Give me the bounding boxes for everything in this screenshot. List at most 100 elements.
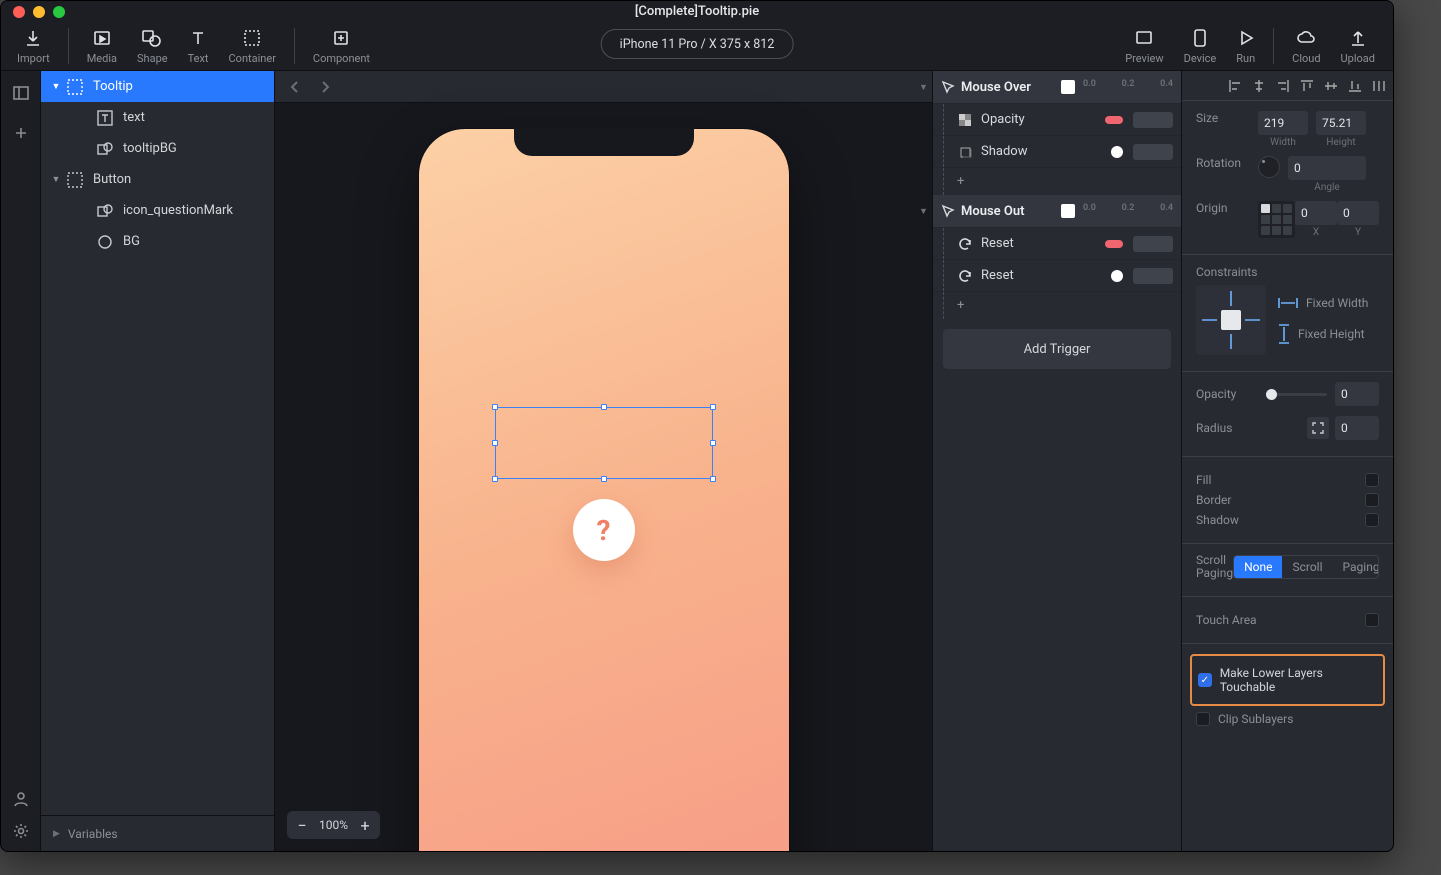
add-page-icon[interactable]: [13, 125, 29, 141]
timeline-bar[interactable]: [1133, 144, 1173, 160]
chevron-down-icon[interactable]: ▼: [49, 81, 63, 92]
trigger-action-opacity[interactable]: Opacity: [933, 103, 1181, 135]
clip-sublayers-checkbox[interactable]: Clip Sublayers: [1196, 712, 1379, 726]
align-hcenter-icon[interactable]: [1251, 78, 1267, 94]
container-button[interactable]: Container: [219, 27, 286, 65]
timeline-bar[interactable]: [1133, 112, 1173, 128]
fixed-height-toggle[interactable]: Fixed Height: [1278, 324, 1368, 344]
origin-y-field[interactable]: 0: [1337, 201, 1379, 225]
origin-picker[interactable]: [1258, 201, 1295, 238]
width-field[interactable]: 219: [1258, 111, 1308, 135]
layer-row-tooltipbg[interactable]: tooltipBG: [41, 133, 274, 164]
chevron-down-icon[interactable]: ▼: [49, 174, 63, 185]
trigger-add-action[interactable]: +: [933, 167, 1181, 195]
rotation-field[interactable]: 0: [1288, 156, 1366, 180]
radius-mode-button[interactable]: [1307, 417, 1329, 439]
border-toggle[interactable]: [1365, 493, 1379, 507]
layer-row-iconqm[interactable]: icon_questionMark: [41, 195, 274, 226]
preview-button[interactable]: Preview: [1115, 27, 1173, 65]
media-button[interactable]: Media: [77, 27, 127, 65]
seg-paging[interactable]: Paging: [1333, 556, 1379, 578]
trigger-title: Mouse Over: [961, 80, 1031, 95]
layer-row-bg[interactable]: BG: [41, 226, 274, 257]
layer-label: Tooltip: [93, 79, 133, 94]
zoom-in-button[interactable]: +: [354, 815, 376, 836]
fixed-width-toggle[interactable]: Fixed Width: [1278, 296, 1368, 310]
align-bottom-icon[interactable]: [1347, 78, 1363, 94]
zoom-window[interactable]: [53, 6, 65, 18]
shadow-toggle[interactable]: [1365, 513, 1379, 527]
nav-forward-button[interactable]: [313, 75, 337, 99]
shape-button[interactable]: Shape: [127, 27, 178, 65]
text-layer-icon: [97, 110, 113, 126]
fill-toggle[interactable]: [1365, 473, 1379, 487]
seg-scroll[interactable]: Scroll: [1282, 556, 1332, 578]
zoom-control: − 100% +: [287, 811, 380, 839]
color-swatch[interactable]: [1061, 80, 1075, 94]
canvas[interactable]: ? − 100% +: [275, 71, 932, 851]
device-button[interactable]: Device: [1174, 27, 1227, 65]
import-button[interactable]: Import: [7, 27, 60, 65]
align-vcenter-icon[interactable]: [1323, 78, 1339, 94]
panels-icon[interactable]: [13, 85, 29, 101]
nav-back-button[interactable]: [283, 75, 307, 99]
trigger-action-reset[interactable]: Reset: [933, 227, 1181, 259]
radius-field[interactable]: 0: [1335, 416, 1379, 440]
device-selector[interactable]: iPhone 11 Pro / X 375 x 812: [601, 29, 794, 59]
trigger-block-mouseover[interactable]: ▼ Mouse Over 0.0 0.2 0.4 Opacity: [933, 71, 1181, 195]
border-toggle-row[interactable]: Border: [1196, 493, 1379, 507]
layer-row-tooltip[interactable]: ▼ Tooltip: [41, 71, 274, 102]
touch-area-row[interactable]: Touch Area: [1196, 613, 1379, 627]
layer-row-button[interactable]: ▼ Button: [41, 164, 274, 195]
trigger-add-action[interactable]: +: [933, 291, 1181, 319]
layer-row-text[interactable]: text: [41, 102, 274, 133]
constraints-box[interactable]: [1196, 285, 1266, 355]
trigger-block-mouseout[interactable]: ▼ Mouse Out 0.0 0.2 0.4 Reset: [933, 195, 1181, 319]
timeline-bar[interactable]: [1133, 236, 1173, 252]
seg-none[interactable]: None: [1234, 556, 1282, 578]
device-frame[interactable]: ?: [419, 129, 789, 851]
traffic-lights: [13, 6, 65, 18]
opacity-slider[interactable]: [1266, 393, 1327, 396]
timeline-bar[interactable]: [1133, 268, 1173, 284]
layer-label: tooltipBG: [123, 141, 177, 156]
rotation-dial[interactable]: [1258, 156, 1280, 178]
run-button[interactable]: Run: [1226, 27, 1265, 65]
trigger-action-reset[interactable]: Reset: [933, 259, 1181, 291]
shadow-toggle-row[interactable]: Shadow: [1196, 513, 1379, 527]
constraints-lines-icon: [1196, 285, 1266, 355]
text-button[interactable]: Text: [178, 27, 219, 65]
minimize-window[interactable]: [33, 6, 45, 18]
question-button[interactable]: ?: [573, 499, 635, 561]
variables-row[interactable]: ▶ Variables: [41, 815, 274, 851]
align-left-icon[interactable]: [1227, 78, 1243, 94]
upload-button[interactable]: Upload: [1331, 27, 1385, 65]
origin-x-field[interactable]: 0: [1295, 201, 1337, 225]
touch-area-toggle[interactable]: [1365, 613, 1379, 627]
zoom-out-button[interactable]: −: [291, 815, 313, 836]
component-button[interactable]: Component: [303, 27, 380, 65]
opacity-field[interactable]: 0: [1335, 382, 1379, 406]
close-window[interactable]: [13, 6, 25, 18]
gear-icon[interactable]: [13, 823, 29, 839]
height-field[interactable]: 75.21: [1316, 111, 1366, 135]
color-indicator: [1111, 146, 1123, 158]
distribute-icon[interactable]: [1371, 78, 1387, 94]
selection-box[interactable]: [495, 407, 713, 479]
make-lower-layers-touchable-checkbox[interactable]: ✓ Make Lower Layers Touchable: [1198, 666, 1377, 694]
shape-layer-icon: [97, 141, 113, 157]
cloud-button[interactable]: Cloud: [1282, 27, 1330, 65]
checkbox-on-icon: ✓: [1198, 673, 1212, 687]
fill-toggle-row[interactable]: Fill: [1196, 473, 1379, 487]
timeline-ruler: 0.0 0.2 0.4: [1083, 201, 1173, 221]
align-top-icon[interactable]: [1299, 78, 1315, 94]
constraints-label: Constraints: [1196, 265, 1257, 279]
add-trigger-button[interactable]: Add Trigger: [943, 329, 1171, 369]
user-icon[interactable]: [13, 791, 29, 807]
align-right-icon[interactable]: [1275, 78, 1291, 94]
zoom-value[interactable]: 100%: [313, 818, 354, 832]
scroll-paging-segmented[interactable]: None Scroll Paging: [1233, 555, 1379, 579]
trigger-action-shadow[interactable]: Shadow: [933, 135, 1181, 167]
color-swatch[interactable]: [1061, 204, 1075, 218]
layer-label: icon_questionMark: [123, 203, 233, 218]
